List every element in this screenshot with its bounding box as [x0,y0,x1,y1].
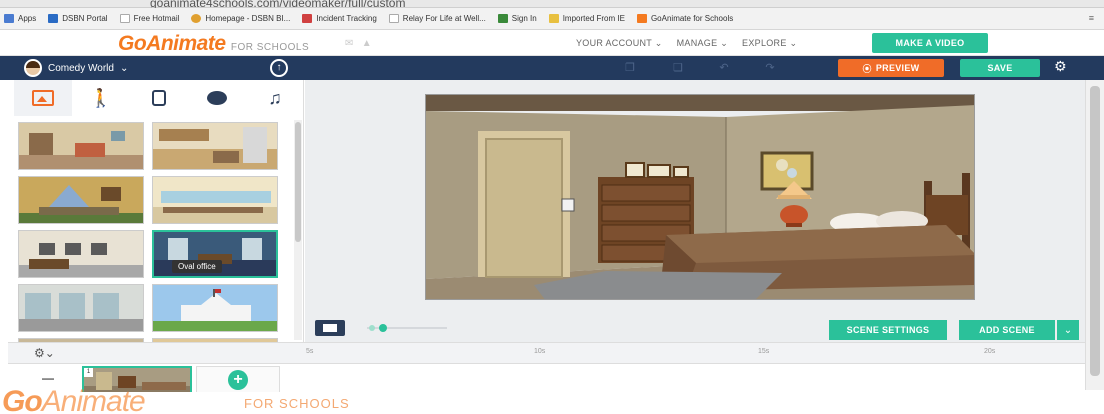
bedroom-background [426,95,974,299]
zoom-slider-handle[interactable] [379,324,387,332]
paste-icon[interactable]: ❏ [668,59,688,77]
tab-text[interactable] [188,80,246,116]
undo-icon[interactable]: ↶ [714,59,734,77]
bookmarks-bar: Apps DSBN Portal Free Hotmail Homepage -… [0,8,1104,30]
stage-area: SCENE SETTINGS ADD SCENE ⌄ [305,80,1085,342]
notification-icons[interactable]: ✉ ▲ [345,38,372,49]
goanimate-icon [636,14,647,23]
bookmark-relay-for-life[interactable]: Relay For Life at Well... [388,14,486,23]
nav-manage[interactable]: MANAGE ⌄ [677,38,728,49]
scene-canvas[interactable] [425,94,975,300]
page-scrollbar[interactable] [1085,80,1104,390]
person-icon: 🚶 [89,87,113,108]
gear-icon[interactable]: ⚙ [1054,58,1067,75]
image-icon [32,90,54,106]
timeline-tick: 15s [758,348,770,355]
browser-address-bar: goanimate4schools.com/videomaker/full/cu… [0,0,1104,10]
copy-icon[interactable]: ❐ [620,59,640,77]
page-scroll-thumb[interactable] [1090,86,1100,376]
windows-icon [497,14,508,23]
nav-your-account[interactable]: YOUR ACCOUNT ⌄ [576,38,663,49]
speech-bubble-icon [207,91,227,105]
dsbn-icon [48,14,59,23]
library-scrollbar[interactable] [294,120,302,340]
nav-explore[interactable]: EXPLORE ⌄ [742,38,797,49]
scene-track-icon: ▬▬ [42,376,54,382]
sun-icon [191,14,202,23]
upload-icon[interactable]: ↑ [270,59,288,77]
square-icon [152,90,166,106]
folder-icon [548,14,559,23]
background-thumb[interactable] [152,284,278,332]
add-scene-dropdown[interactable]: ⌄ [1057,320,1079,340]
tab-characters[interactable]: 🚶 [72,80,130,116]
camera-toggle-button[interactable] [315,320,345,336]
music-note-icon: ♫ [268,87,282,108]
menu-icon[interactable]: ≡ [1089,13,1094,23]
timeline-tick: 20s [984,348,996,355]
redo-icon[interactable]: ↷ [760,59,780,77]
tab-sound[interactable]: ♫ [246,80,303,116]
scene-number: 1 [84,368,93,377]
theme-avatar-icon [24,59,42,77]
thumbnail-tooltip: Oval office [172,260,222,273]
save-button[interactable]: SAVE [960,59,1040,77]
tab-backgrounds[interactable] [14,80,72,116]
background-thumb[interactable] [18,230,144,278]
preview-button[interactable]: ⦿ PREVIEW [838,59,944,77]
background-thumb[interactable] [18,122,144,170]
bookmark-free-hotmail[interactable]: Free Hotmail [119,14,179,23]
library-scroll-thumb[interactable] [295,122,301,242]
theme-selector[interactable]: Comedy World ⌄ [24,59,128,77]
plus-icon: + [228,370,248,390]
add-scene-button[interactable]: ADD SCENE [959,320,1055,340]
studio-toolbar: Comedy World ⌄ ↑ ❐ ❏ ↶ ↷ ⦿ PREVIEW SAVE … [0,56,1104,80]
bookmark-imported-from-ie[interactable]: Imported From IE [548,14,625,23]
goanimate-logo[interactable]: GoAnimate FOR SCHOOLS [118,32,309,56]
bookmark-apps[interactable]: Apps [4,14,36,23]
chevron-down-icon: ⌄ [119,62,129,74]
timeline-ruler: ⚙⌄ 5s 10s 15s 20s [8,342,1085,364]
bookmark-sign-in[interactable]: Sign In [497,14,537,23]
make-a-video-button[interactable]: MAKE A VIDEO [872,33,988,53]
app-window: goanimate4schools.com/videomaker/full/cu… [0,0,1104,414]
timeline-add-scene[interactable]: + [196,366,280,394]
chevron-down-icon: ⌄ [1063,324,1073,336]
timeline-tick: 5s [306,348,314,355]
apps-icon [4,14,14,23]
theme-name: Comedy World [48,62,114,74]
bookmark-goanimate[interactable]: GoAnimate for Schools [636,14,733,23]
library-category-tabs: 🚶 ♫ [14,80,303,116]
page-icon [119,14,130,23]
tab-props[interactable] [130,80,188,116]
zoom-slider-dot [369,325,375,331]
site-header: GoAnimate FOR SCHOOLS ✉ ▲ YOUR ACCOUNT ⌄… [0,30,1104,56]
background-thumb[interactable] [152,122,278,170]
top-nav: YOUR ACCOUNT ⌄ MANAGE ⌄ EXPLORE ⌄ [576,38,797,49]
background-thumb[interactable] [18,176,144,224]
play-circle-icon: ⦿ [862,63,872,74]
timeline-track: ▬▬ 1 + [8,364,1085,394]
background-thumb[interactable] [152,176,278,224]
page-icon [388,14,399,23]
background-thumb[interactable] [18,284,144,332]
scene-settings-button[interactable]: SCENE SETTINGS [829,320,947,340]
bookmark-homepage-dsbn[interactable]: Homepage - DSBN BI... [191,14,290,23]
timeline-gear-icon[interactable]: ⚙⌄ [34,346,55,360]
timeline-tick: 10s [534,348,546,355]
ticket-icon [302,14,313,23]
bookmark-incident-tracking[interactable]: Incident Tracking [302,14,377,23]
watermark-logo: GoAnimate FOR SCHOOLS [0,385,1104,414]
asset-library-panel: 🚶 ♫ Oval office [8,80,304,342]
bookmark-dsbn-portal[interactable]: DSBN Portal [48,14,108,23]
background-thumb-oval-office[interactable]: Oval office [152,230,278,278]
